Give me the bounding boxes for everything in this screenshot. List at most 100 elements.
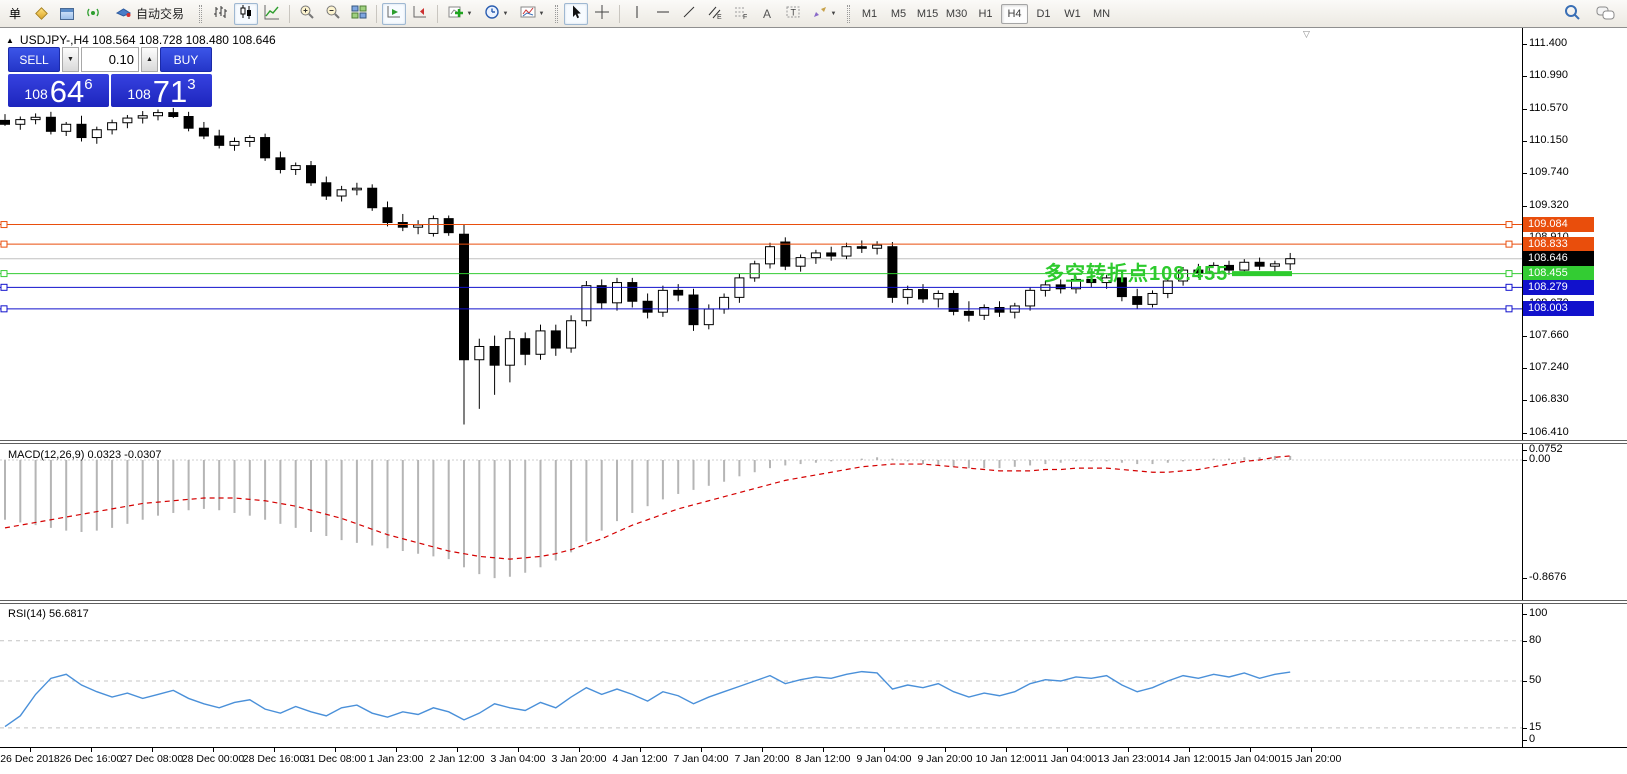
chart-shift-marker[interactable]: ▽ [1303, 29, 1310, 40]
dropdown-caret-icon: ▼ [539, 11, 545, 17]
macd-chart[interactable] [0, 444, 1522, 600]
indicators-button[interactable]: ▼ [443, 3, 477, 25]
time-tick [1189, 748, 1190, 752]
price-tick [1522, 400, 1527, 401]
horizontal-line-button[interactable] [651, 3, 675, 25]
time-tick [457, 748, 458, 752]
time-tick [1128, 748, 1129, 752]
cursor-button[interactable] [564, 3, 588, 25]
timeframe-button-w1[interactable]: W1 [1059, 4, 1086, 24]
panel-splitter[interactable] [0, 600, 1627, 604]
sell-button[interactable]: SELL [8, 47, 60, 72]
signals-button[interactable] [81, 3, 105, 25]
timeframe-button-h1[interactable]: H1 [972, 4, 999, 24]
mql5-hat-icon [116, 5, 131, 22]
buy-button[interactable]: BUY [160, 47, 212, 72]
new-chart-icon [35, 7, 48, 20]
text-label-button[interactable]: T [781, 3, 805, 25]
macd-tick [1522, 578, 1527, 579]
volume-input[interactable] [81, 47, 139, 72]
zoom-in-button[interactable] [295, 3, 319, 25]
rsi-tick-label: 50 [1529, 674, 1541, 686]
chat-button[interactable] [1594, 3, 1618, 25]
sell-price-prefix: 108 [24, 86, 47, 102]
price-tick [1522, 368, 1527, 369]
new-order-label: 单 [9, 5, 21, 22]
tile-windows-button[interactable] [347, 3, 371, 25]
templates-button[interactable]: ▼ [515, 3, 549, 25]
time-tick [396, 748, 397, 752]
time-axis-border [0, 747, 1627, 748]
timeframe-toolbar: M1M5M15M30H1H4D1W1MN [855, 4, 1116, 24]
chart-shift-button[interactable] [408, 3, 432, 25]
trendline-button[interactable] [677, 3, 701, 25]
arrows-button[interactable]: ▼ [807, 3, 841, 25]
crosshair-icon [594, 4, 610, 23]
price-tick-label: 109.320 [1529, 199, 1569, 211]
signal-icon [85, 4, 101, 23]
search-icon [1564, 4, 1581, 24]
timeframe-button-d1[interactable]: D1 [1030, 4, 1057, 24]
price-tick-label: 110.150 [1529, 134, 1568, 146]
chart-profiles-button[interactable] [55, 3, 79, 25]
collapse-chart-icon[interactable]: ▲ [6, 36, 14, 45]
auto-trading-button[interactable]: 自动交易 [107, 3, 193, 25]
dropdown-caret-icon: ▼ [467, 11, 473, 17]
price-tick-label: 106.830 [1529, 393, 1569, 405]
vertical-line-button[interactable] [625, 3, 649, 25]
timeframe-button-mn[interactable]: MN [1088, 4, 1115, 24]
timeframe-button-m5[interactable]: M5 [885, 4, 912, 24]
panel-splitter[interactable] [0, 440, 1627, 444]
timeframe-button-m15[interactable]: M15 [914, 4, 941, 24]
price-tick [1522, 44, 1527, 45]
rsi-tick-label: 100 [1529, 607, 1547, 619]
one-click-trading-panel: SELL ▼ ▲ BUY 108 64 6 108 71 3 [8, 47, 212, 107]
text-button[interactable]: A [755, 3, 779, 25]
price-tick-label: 107.660 [1529, 329, 1569, 341]
crosshair-button[interactable] [590, 3, 614, 25]
bar-chart-icon [212, 4, 228, 23]
new-order-button[interactable]: 单 [3, 3, 27, 25]
toolbar-separator [437, 5, 438, 23]
chart-header: ▲ USDJPY-,H4 108.564 108.728 108.480 108… [6, 33, 276, 47]
periods-button[interactable]: ▼ [479, 3, 513, 25]
equidistant-channel-button[interactable]: E [703, 3, 727, 25]
time-tick-label: 15 Jan 20:00 [1269, 753, 1353, 765]
zoom-out-button[interactable] [321, 3, 345, 25]
toolbar-separator [376, 5, 377, 23]
time-tick [152, 748, 153, 752]
buy-price-box[interactable]: 108 71 3 [111, 74, 212, 107]
new-chart-button[interactable] [29, 3, 53, 25]
time-tick [1006, 748, 1007, 752]
level-price-label: 108.279 [1523, 280, 1594, 295]
timeframe-button-m1[interactable]: M1 [856, 4, 883, 24]
auto-scroll-button[interactable] [382, 3, 406, 25]
zoom-out-icon [325, 4, 341, 23]
bar-chart-button[interactable] [208, 3, 232, 25]
search-button[interactable] [1560, 3, 1584, 25]
channel-icon: E [707, 4, 723, 23]
sell-price-box[interactable]: 108 64 6 [8, 74, 109, 107]
price-tick [1522, 141, 1527, 142]
price-tick-label: 109.740 [1529, 166, 1569, 178]
rsi-chart[interactable] [0, 604, 1522, 747]
auto-trading-label: 自动交易 [136, 5, 184, 22]
candlestick-chart-button[interactable] [234, 3, 258, 25]
timeframe-button-h4[interactable]: H4 [1001, 4, 1028, 24]
vertical-line-icon [629, 4, 645, 23]
line-chart-button[interactable] [260, 3, 284, 25]
candlestick-chart[interactable] [0, 28, 1522, 440]
level-price-label: 109.084 [1523, 217, 1594, 232]
zoom-in-icon [299, 4, 315, 23]
timeframe-button-m30[interactable]: M30 [943, 4, 970, 24]
macd-tick [1522, 450, 1527, 451]
price-tick-label: 107.240 [1529, 361, 1569, 373]
cursor-arrow-icon [568, 4, 584, 23]
volume-down-button[interactable]: ▼ [62, 47, 79, 72]
fibonacci-button[interactable]: F [729, 3, 753, 25]
chart-shift-icon [412, 4, 428, 23]
volume-up-button[interactable]: ▲ [141, 47, 158, 72]
indicators-icon [448, 4, 464, 23]
macd-tick [1522, 460, 1527, 461]
price-tick [1522, 76, 1527, 77]
